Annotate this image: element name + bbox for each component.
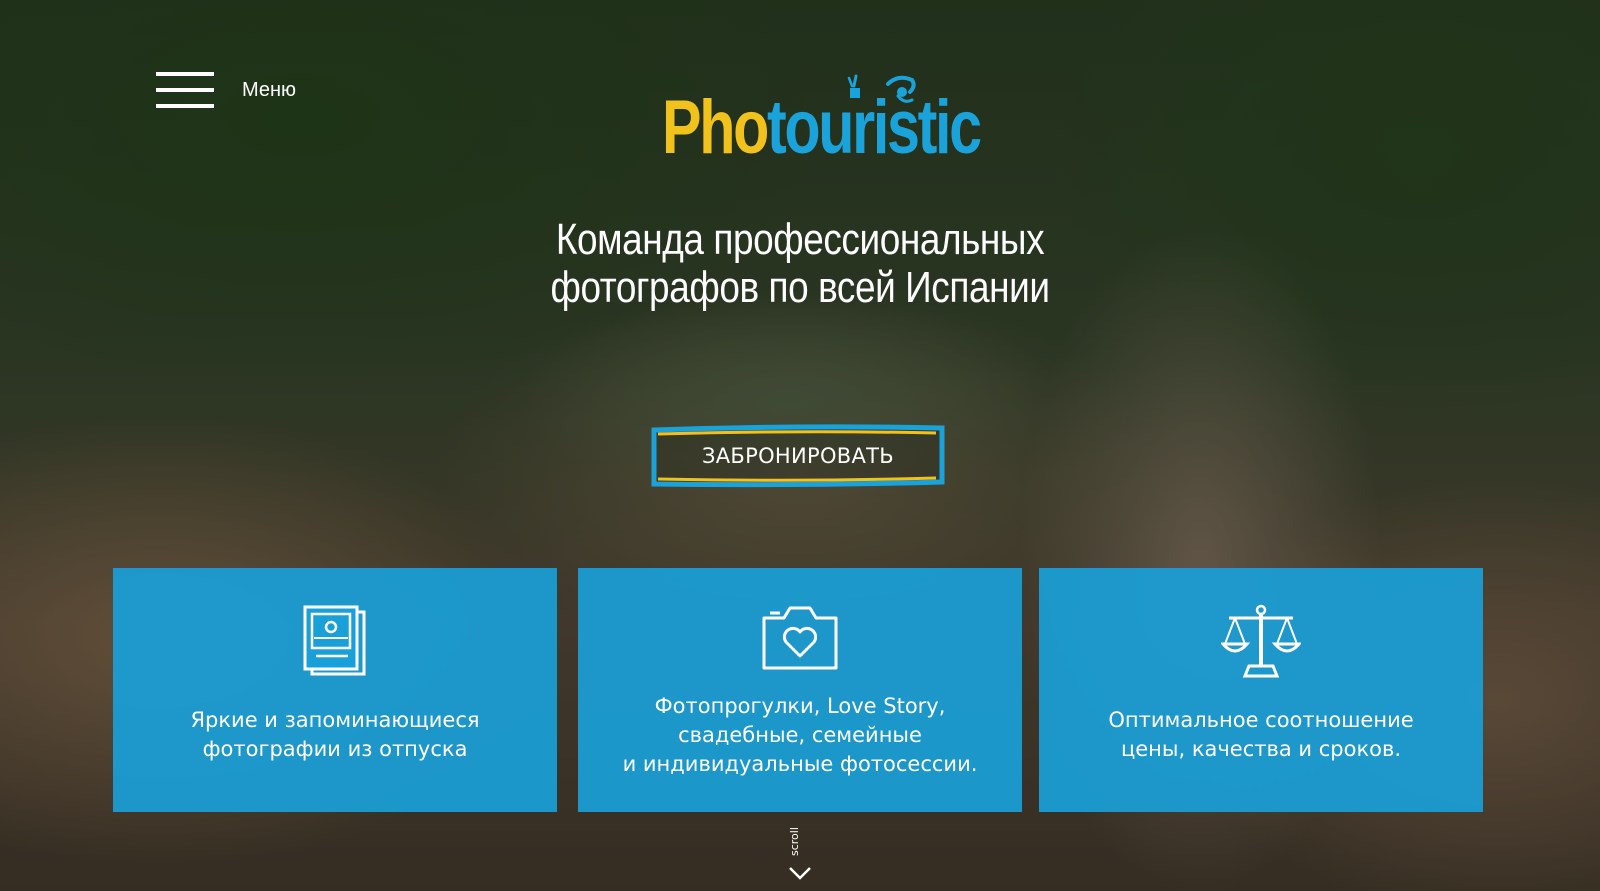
logo-text: Photouristic [662, 90, 982, 166]
book-button-label[interactable]: ЗАБРОНИРОВАТЬ [650, 424, 946, 488]
hero-section: Меню Photouristic Команда профессиональн… [0, 0, 1600, 891]
camera-heart-icon [762, 606, 838, 670]
photos-icon [303, 605, 366, 676]
hero-headline: Команда профессиональных фотографов по в… [480, 216, 1120, 312]
feature-card-sessions: Фотопрогулки, Love Story, свадебные, сем… [578, 568, 1022, 812]
feature-card-photos: Яркие и запоминающиеся фотографии из отп… [113, 568, 557, 812]
chevron-down-icon[interactable] [788, 866, 812, 880]
scales-icon [1221, 604, 1301, 678]
feature-text-value: Оптимальное соотношение цены, качества и… [1108, 708, 1414, 761]
feature-text-sessions: Фотопрогулки, Love Story, свадебные, сем… [622, 694, 978, 776]
scroll-down-button[interactable]: scroll [784, 826, 816, 886]
menu-button[interactable]: Меню [156, 72, 296, 108]
feature-text-photos: Яркие и запоминающиеся фотографии из отп… [190, 708, 480, 761]
book-button[interactable]: ЗАБРОНИРОВАТЬ [650, 424, 946, 488]
logo-text-part1: Pho [662, 85, 769, 170]
menu-label[interactable]: Меню [242, 79, 296, 102]
hero-headline-line2: фотографов по всей Испании [550, 263, 1050, 312]
hamburger-icon[interactable] [156, 72, 214, 108]
logo[interactable]: Photouristic [662, 72, 982, 172]
scroll-label: scroll [788, 827, 801, 856]
feature-card-value: Оптимальное соотношение цены, качества и… [1039, 568, 1483, 812]
hero-headline-line1: Команда профессиональных [555, 215, 1045, 264]
logo-text-part2: touristic [766, 85, 982, 170]
